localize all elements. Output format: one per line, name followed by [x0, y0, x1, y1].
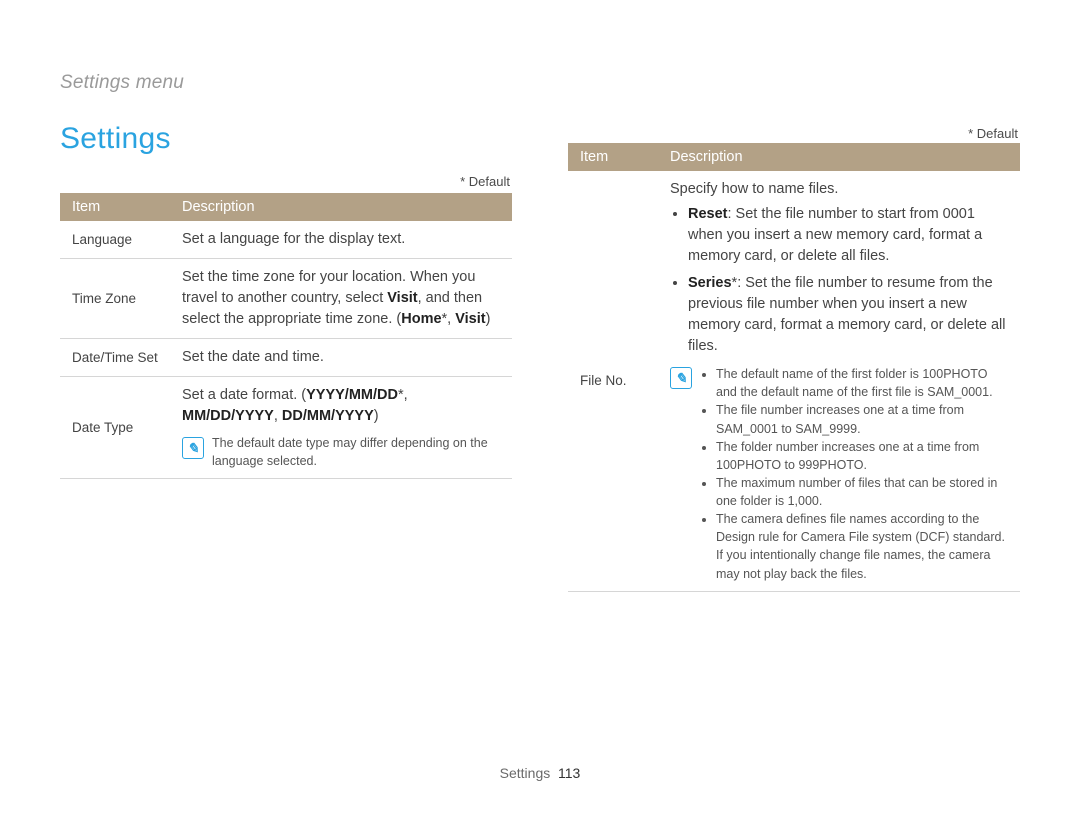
list-item: The default name of the first folder is … — [716, 365, 1010, 401]
page-title: Settings — [60, 122, 512, 156]
note-block: ✎ The default name of the first folder i… — [670, 365, 1010, 583]
bold-visit: Visit — [387, 290, 417, 306]
table-row: Time Zone Set the time zone for your loc… — [60, 259, 512, 339]
bullet-list: Reset: Set the file number to start from… — [670, 204, 1010, 357]
table-row: Date/Time Set Set the date and time. — [60, 339, 512, 377]
item-timezone: Time Zone — [60, 259, 170, 339]
bold-reset: Reset — [688, 206, 728, 222]
list-item: The maximum number of files that can be … — [716, 474, 1010, 510]
lead-text: Specify how to name files. — [670, 179, 1010, 200]
footer-page-number: 113 — [558, 765, 580, 781]
list-item: The folder number increases one at a tim… — [716, 438, 1010, 474]
note-icon: ✎ — [182, 437, 204, 459]
item-datetime: Date/Time Set — [60, 339, 170, 377]
note-icon: ✎ — [670, 367, 692, 389]
list-item: Reset: Set the file number to start from… — [688, 204, 1010, 267]
text: ) — [486, 311, 491, 327]
text: : Set the file number to start from 0001… — [688, 206, 982, 264]
table-header-row: Item Description — [568, 143, 1020, 171]
item-datetype: Date Type — [60, 377, 170, 479]
page-footer: Settings 113 — [0, 765, 1080, 781]
text: Set a date format. ( — [182, 387, 306, 403]
desc-datetime: Set the date and time. — [170, 339, 512, 377]
desc-language: Set a language for the display text. — [170, 221, 512, 259]
settings-table-left: Item Description Language Set a language… — [60, 193, 512, 479]
bold-series: Series — [688, 275, 732, 291]
text: *, — [442, 311, 456, 327]
item-fileno: File No. — [568, 171, 658, 591]
table-header-row: Item Description — [60, 193, 512, 221]
table-row: Language Set a language for the display … — [60, 221, 512, 259]
text: *, — [398, 387, 408, 403]
list-item: The file number increases one at a time … — [716, 401, 1010, 437]
bold-opt: MM/DD/YYYY — [182, 408, 274, 424]
bold-home: Home — [401, 311, 441, 327]
default-note-left: * Default — [60, 174, 510, 189]
text: ) — [374, 408, 379, 424]
note-list: The default name of the first folder is … — [700, 365, 1010, 583]
bold-opt: DD/MM/YYYY — [282, 408, 374, 424]
settings-table-right: Item Description File No. Specify how to… — [568, 143, 1020, 592]
th-item: Item — [568, 143, 658, 171]
bold-visit: Visit — [455, 311, 485, 327]
note-text: The default date type may differ dependi… — [212, 435, 502, 470]
footer-section: Settings — [500, 765, 551, 781]
th-item: Item — [60, 193, 170, 221]
list-item: The camera defines file names according … — [716, 510, 1010, 583]
table-row: Date Type Set a date format. (YYYY/MM/DD… — [60, 377, 512, 479]
desc-fileno: Specify how to name files. Reset: Set th… — [658, 171, 1020, 591]
text: , — [274, 408, 282, 424]
table-row: File No. Specify how to name files. Rese… — [568, 171, 1020, 591]
item-language: Language — [60, 221, 170, 259]
list-item: Series*: Set the file number to resume f… — [688, 273, 1010, 357]
th-description: Description — [658, 143, 1020, 171]
desc-datetype: Set a date format. (YYYY/MM/DD*, MM/DD/Y… — [170, 377, 512, 479]
desc-timezone: Set the time zone for your location. Whe… — [170, 259, 512, 339]
note-block: ✎ The default date type may differ depen… — [182, 435, 502, 470]
th-description: Description — [170, 193, 512, 221]
bold-opt: YYYY/MM/DD — [306, 387, 398, 403]
default-note-right: * Default — [568, 126, 1018, 141]
breadcrumb: Settings menu — [60, 72, 1020, 94]
